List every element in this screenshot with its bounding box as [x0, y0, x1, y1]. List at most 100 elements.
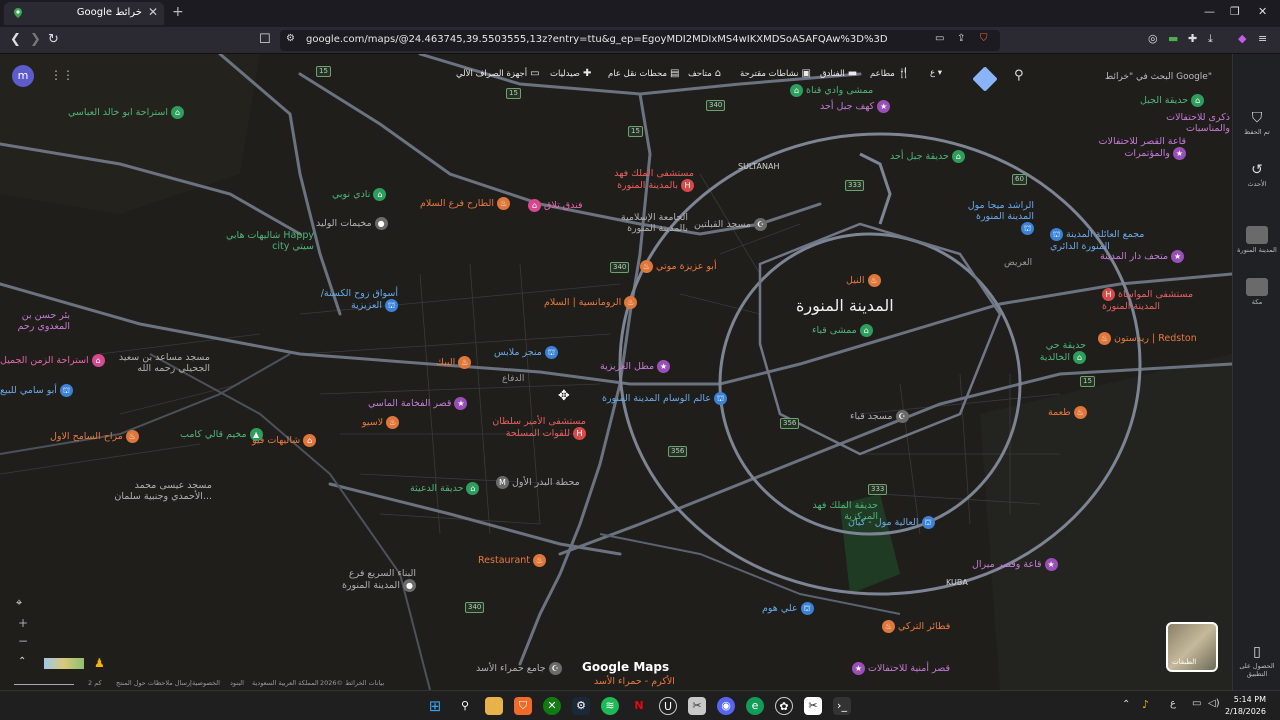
place-marker[interactable]: قصر الفخامة الماسي ★ [368, 397, 468, 410]
brave-browser-icon[interactable]: ⛉ [514, 697, 532, 715]
file-explorer-icon[interactable] [485, 697, 503, 715]
place-marker[interactable]: مسجد مساعد بن سعيد الجحيلي رحمه الله [94, 352, 210, 374]
place-marker[interactable]: الرومانسية | السلام ♨ [544, 296, 638, 309]
chatgpt-icon[interactable]: ✿ [775, 697, 793, 715]
place-marker[interactable]: Restaurant ♨ [478, 554, 547, 567]
place-marker[interactable]: نادي نوبي ⌂ [332, 188, 387, 201]
place-marker[interactable]: مراح السامح الاول ♨ [50, 430, 139, 443]
place-marker[interactable]: قاعة وقصر ميرال ★ [972, 558, 1058, 571]
system-clock[interactable]: 5:14 PM 2/18/2026 [1225, 694, 1266, 718]
share-icon[interactable]: ⇪ [957, 33, 965, 44]
place-marker[interactable]: ♨ ريدستون | Redston [1098, 332, 1197, 345]
layers-button[interactable]: الطبقات [1166, 622, 1218, 672]
place-marker[interactable]: عالم الوسام المدينة المنورة ⛫ [602, 392, 728, 405]
account-avatar[interactable]: m [12, 65, 34, 87]
place-marker[interactable]: منجر ملابس ⛫ [494, 346, 558, 359]
place-marker[interactable]: أسواق زوح الكسنة/ العزيزية ⛫ [308, 288, 398, 312]
chip-transit[interactable]: محطات نقل عام ▤ [608, 68, 680, 79]
footer-privacy[interactable]: الخصوصية [192, 679, 220, 687]
language-indicator[interactable]: ع [1170, 698, 1176, 709]
zoom-in-icon[interactable]: + [18, 616, 28, 630]
footer-terms[interactable]: البنود [230, 679, 244, 687]
wallet-icon[interactable]: ◆ [1238, 32, 1246, 45]
place-marker[interactable]: مسجد عيسى محمد الأحمدي وجنبية سلمان... [100, 480, 212, 502]
place-marker[interactable]: ⌂ ممشى وادي قناة [790, 84, 873, 97]
place-marker[interactable]: بئر حسن بن المغدوي رحم [0, 310, 70, 332]
place-marker[interactable]: ⛫ مجمع العائلة المدينة المنورة الدائري [1050, 228, 1150, 252]
expand-icon[interactable]: ⌃ [18, 656, 26, 667]
volume-icon[interactable]: ◁) [1208, 698, 1220, 709]
place-marker[interactable]: الجامعة الإسلامية بالمدينة المنورة [618, 212, 688, 234]
place-marker[interactable]: استراحة ابو خالد العباسي ⌂ [68, 106, 184, 119]
place-marker[interactable]: مستشفى الأمير سلطان للقوات المسلحة H [476, 416, 586, 440]
bookmark-page-icon[interactable]: ☐ [259, 32, 271, 47]
snipping-icon[interactable]: ✂ [688, 697, 706, 715]
xbox-icon[interactable]: ✕ [543, 697, 561, 715]
chip-restaurants[interactable]: مطاعم 🍴 [870, 68, 910, 79]
place-marker[interactable]: حديقة الدعيثة ⌂ [410, 482, 480, 495]
sidebar-item-recent[interactable]: ↺ الأحدث [1233, 162, 1280, 188]
tray-expand-icon[interactable]: ⌃ [1122, 699, 1130, 710]
extensions-icon[interactable]: ✚ [1188, 32, 1197, 45]
place-marker[interactable]: استراحة الزمن الجميل ⌂ [0, 354, 105, 367]
edge-icon[interactable]: e [746, 697, 764, 715]
place-marker[interactable]: شاليهات هابي Happy city سيتي [226, 230, 314, 252]
place-marker[interactable]: الأكرم - حمراء الأسد [594, 676, 675, 687]
place-marker[interactable]: ♨ فطائر التركي [882, 620, 950, 633]
chip-pharmacies[interactable]: صيدليات ✚ [550, 68, 591, 79]
chip-museums[interactable]: متاحف ⌂ [688, 68, 721, 79]
address-bar[interactable]: ⚙ google.com/maps/@24.463745,39.5503555,… [280, 30, 1000, 51]
maps-search-input[interactable]: البحث في "خرائط Google" [1040, 66, 1220, 90]
place-marker[interactable]: النيل ♨ [846, 274, 881, 287]
downloads-icon[interactable]: ⤓ [1208, 32, 1213, 46]
zoom-out-icon[interactable]: − [18, 634, 28, 648]
microphone-icon[interactable]: ♪ [1142, 698, 1149, 711]
map-canvas[interactable]: 15 340 15 340 333 356 333 356 60 340 15 … [0, 54, 1232, 690]
place-marker[interactable]: ⌂ فندق تلاق [528, 199, 583, 212]
screen-icon[interactable]: ▭ [935, 33, 944, 44]
site-info-icon[interactable]: ⚙ [286, 33, 295, 44]
new-tab-icon[interactable]: + [172, 4, 184, 20]
place-marker[interactable]: مستشفى الملك فهد بالمدينة المنورة H [590, 168, 694, 192]
sidebar-item-makkah[interactable]: مكة [1233, 278, 1280, 306]
place-marker[interactable]: مسجد قباء ☪ [850, 410, 909, 423]
place-marker[interactable]: العالية مول - كيان ⛫ [848, 516, 935, 529]
spotify-icon[interactable]: ≋ [601, 697, 619, 715]
place-marker[interactable]: البيك ♨ [436, 356, 472, 369]
place-marker[interactable]: ذكرى للاحتفالات والمناسبات [1120, 112, 1230, 134]
place-marker[interactable]: مطل العزيزية ★ [600, 360, 671, 373]
apps-grid-icon[interactable]: ⋮⋮ [50, 68, 74, 82]
start-windows-icon[interactable]: ⊞ [426, 697, 444, 715]
chip-more[interactable]: ع ▾ [930, 68, 942, 78]
tab-close-icon[interactable]: ✕ [148, 5, 158, 19]
place-marker[interactable]: الطارح فرع السلام ♨ [420, 197, 511, 210]
maximize-icon[interactable]: ❐ [1230, 5, 1240, 18]
footer-feedback[interactable]: إرسال ملاحظات حول المنتج [116, 679, 192, 687]
place-marker[interactable]: حديقة الجبل ⌂ [1140, 94, 1205, 107]
place-marker[interactable]: شاليهات فيو ⌂ [252, 434, 317, 447]
place-marker[interactable]: طعمة ♨ [1048, 406, 1087, 419]
extension-mask-icon[interactable]: ◎ [1148, 32, 1158, 45]
back-icon[interactable]: ❮ [10, 32, 21, 47]
place-marker[interactable]: مسجد القبلتين ☪ [694, 218, 768, 231]
sidebar-item-get-app[interactable]: ▯ الحصول على التطبيق [1233, 644, 1280, 678]
forward-icon[interactable]: ❯ [30, 32, 41, 47]
terminal-icon[interactable]: ›_ [833, 697, 851, 715]
brave-shield-icon[interactable]: ⛉ [980, 33, 988, 44]
place-marker[interactable]: أبو سامي للبيع ⛫ [0, 384, 73, 397]
browser-tab[interactable]: Google خرائط ✕ [4, 2, 164, 25]
sidebar-item-madinah[interactable]: المدينة المنورة [1233, 226, 1280, 254]
chip-things-to-do[interactable]: نشاطات مقترحة ▣ [740, 68, 811, 79]
place-marker[interactable]: ★ قصر أمنية للاحتفالات [852, 662, 950, 675]
place-marker[interactable]: M محطة البدر الأول [496, 476, 580, 489]
place-marker[interactable]: مخيمات الوليد ● [316, 217, 388, 230]
sidebar-item-saved[interactable]: ⛉ تم الحفظ [1233, 110, 1280, 136]
search-icon[interactable]: ⚲ [456, 697, 474, 715]
reload-icon[interactable]: ↻ [48, 32, 59, 47]
place-marker[interactable]: H مستشفى المواساة المدينة المنورة [1102, 288, 1196, 312]
search-icon[interactable]: ⚲ [1014, 68, 1024, 83]
place-marker[interactable]: حديقة حي الخالدية ⌂ [1016, 340, 1086, 364]
close-window-icon[interactable]: ✕ [1258, 5, 1267, 18]
place-marker[interactable]: متحف دار المدينة ★ [1100, 250, 1185, 263]
place-marker[interactable]: الراشد ميجا مول المدينة المنورة ⛫ [960, 200, 1034, 235]
